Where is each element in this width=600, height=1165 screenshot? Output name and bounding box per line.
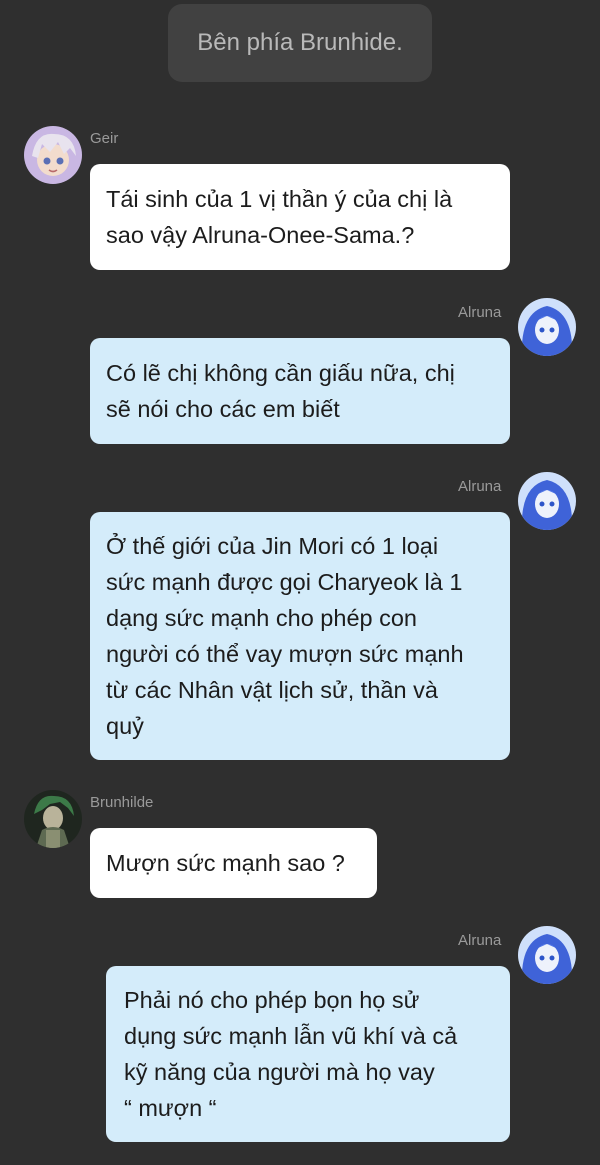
sender-name: Geir	[90, 130, 119, 147]
sender-name: Alruna	[458, 932, 502, 949]
chapter-header-text: Bên phía Brunhide.	[197, 29, 403, 56]
message-line: sao vậy Alruna-Onee-Sama.?	[106, 222, 415, 248]
message-bubble[interactable]: Phải nó cho phép bọn họ sử dụng sức mạnh…	[106, 966, 510, 1142]
message-line: Ở thế giới của Jin Mori có 1 loại	[106, 533, 439, 559]
avatar-alruna-icon[interactable]	[518, 926, 576, 984]
sender-name: Brunhilde	[90, 794, 154, 811]
message-line: quỷ	[106, 713, 144, 739]
avatar-alruna-icon[interactable]	[518, 472, 576, 530]
message-line: “ mượn “	[124, 1095, 217, 1121]
avatar-geir-icon[interactable]	[24, 126, 82, 184]
message-line: sức mạnh được gọi Charyeok là 1	[106, 569, 463, 595]
chapter-header: Bên phía Brunhide.	[168, 4, 432, 82]
message-bubble[interactable]: Ở thế giới của Jin Mori có 1 loại sức mạ…	[90, 512, 510, 760]
avatar-alruna-icon[interactable]	[518, 298, 576, 356]
message-line: từ các Nhân vật lịch sử, thần và	[106, 677, 438, 703]
message-line: Có lẽ chị không cần giấu nữa, chị	[106, 360, 455, 386]
message-line: Tái sinh của 1 vị thần ý của chị là	[106, 186, 453, 212]
message-line: Phải nó cho phép bọn họ sử	[124, 987, 420, 1013]
sender-name: Alruna	[458, 478, 502, 495]
message-line: dụng sức mạnh lẫn vũ khí và cả	[124, 1023, 458, 1049]
message-bubble[interactable]: Có lẽ chị không cần giấu nữa, chị sẽ nói…	[90, 338, 510, 444]
message-bubble[interactable]: Tái sinh của 1 vị thần ý của chị là sao …	[90, 164, 510, 270]
avatar-brunhilde-icon[interactable]	[24, 790, 82, 848]
message-line: Mượn sức mạnh sao ?	[106, 850, 345, 876]
message-line: sẽ nói cho các em biết	[106, 396, 340, 422]
sender-name: Alruna	[458, 304, 502, 321]
message-bubble[interactable]: Mượn sức mạnh sao ?	[90, 828, 377, 898]
message-line: dạng sức mạnh cho phép con	[106, 605, 417, 631]
message-line: người có thể vay mượn sức mạnh	[106, 641, 464, 667]
message-line: kỹ năng của người mà họ vay	[124, 1059, 435, 1085]
